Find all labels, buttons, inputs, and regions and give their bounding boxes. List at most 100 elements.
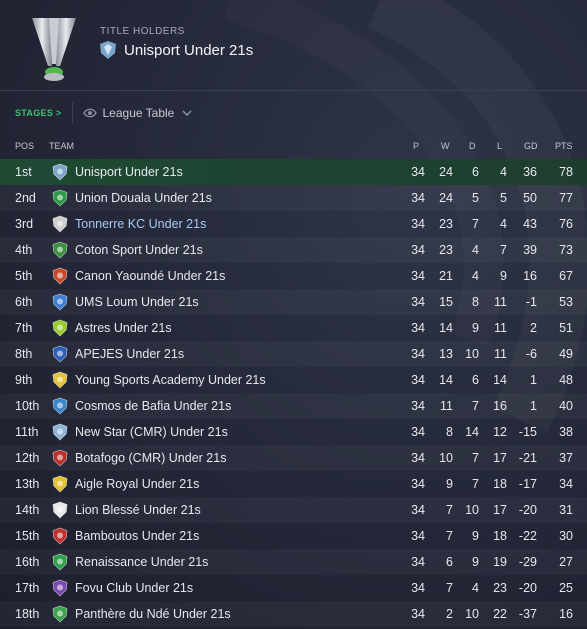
team-name-link[interactable]: Young Sports Academy Under 21s [75,373,266,387]
team-name-link[interactable]: Coton Sport Under 21s [75,243,203,257]
table-row[interactable]: 4th Coton Sport Under 21s 34 23 4 7 39 73 [0,237,587,263]
points-cell: 37 [559,451,573,465]
lost-cell: 17 [493,503,507,517]
drawn-cell: 7 [472,477,479,491]
table-row[interactable]: 9th Young Sports Academy Under 21s 34 14 6 14… [0,367,587,393]
played-cell: 34 [411,217,425,231]
drawn-cell: 7 [472,217,479,231]
table-row[interactable]: 2nd Union Douala Under 21s 34 24 5 5 50 77 [0,185,587,211]
col-lost[interactable]: L [497,141,502,151]
eye-icon [82,108,97,118]
table-row[interactable]: 12th Botafogo (CMR) Under 21s 34 10 7 17 -21 37 [0,445,587,471]
position-cell: 10th [15,399,40,413]
table-row[interactable]: 13th Aigle Royal Under 21s 34 9 7 18 -17 34 [0,471,587,497]
team-name-link[interactable]: Lion Blessé Under 21s [75,503,201,517]
team-name-link[interactable]: Botafogo (CMR) Under 21s [75,451,226,465]
stage-dropdown[interactable]: League Table [103,106,175,120]
table-row[interactable]: 10th Cosmos de Bafia Under 21s 34 11 7 16 1 40 [0,393,587,419]
goal-difference-cell: -15 [518,425,537,439]
team-name-link[interactable]: Astres Under 21s [75,321,172,335]
won-cell: 15 [439,295,453,309]
team-name-link[interactable]: Fovu Club Under 21s [75,581,193,595]
points-cell: 53 [559,295,573,309]
tonnerre-crest-icon [52,215,68,233]
new-star-crest-icon [52,423,68,441]
table-row[interactable]: 8th APEJES Under 21s 34 13 10 11 -6 49 [0,341,587,367]
trophy-icon [32,18,76,81]
title-holders-label: TITLE HOLDERS [100,26,185,37]
title-holder-name[interactable]: Unisport Under 21s [124,42,253,59]
won-cell: 2 [446,607,453,621]
panthere-crest-icon [52,605,68,623]
points-cell: 34 [559,477,573,491]
table-row[interactable]: 15th Bamboutos Under 21s 34 7 9 18 -22 30 [0,523,587,549]
played-cell: 34 [411,451,425,465]
drawn-cell: 9 [472,555,479,569]
team-name-link[interactable]: Aigle Royal Under 21s [75,477,199,491]
drawn-cell: 8 [472,295,479,309]
played-cell: 34 [411,243,425,257]
lost-cell: 11 [494,295,507,309]
aigle-royal-crest-icon [52,475,68,493]
played-cell: 34 [411,607,425,621]
table-row[interactable]: 17th Fovu Club Under 21s 34 7 4 23 -20 25 [0,575,587,601]
table-row[interactable]: 5th Canon Yaoundé Under 21s 34 21 4 9 16 67 [0,263,587,289]
title-holder[interactable]: Unisport Under 21s [100,41,253,59]
lost-cell: 22 [493,607,507,621]
position-cell: 13th [15,477,40,491]
canon-crest-icon [52,267,68,285]
played-cell: 34 [411,347,425,361]
team-name-link[interactable]: Cosmos de Bafia Under 21s [75,399,231,413]
unisport-crest-icon [100,41,116,59]
col-pos[interactable]: POS [15,141,34,151]
table-row[interactable]: 7th Astres Under 21s 34 14 9 11 2 51 [0,315,587,341]
col-points[interactable]: PTS [555,141,573,151]
goal-difference-cell: -20 [518,503,537,517]
col-won[interactable]: W [441,141,450,151]
played-cell: 34 [411,581,425,595]
chevron-down-icon[interactable] [182,109,192,117]
position-cell: 4th [15,243,33,257]
played-cell: 34 [411,529,425,543]
team-name-link[interactable]: Renaissance Under 21s [75,555,208,569]
table-row[interactable]: 18th Panthère du Ndé Under 21s 34 2 10 22 -37 1… [0,601,587,627]
played-cell: 34 [411,503,425,517]
stages-link[interactable]: STAGES > [15,108,62,118]
position-cell: 18th [15,607,40,621]
played-cell: 34 [411,269,425,283]
goal-difference-cell: 1 [530,399,537,413]
table-row[interactable]: 16th Renaissance Under 21s 34 6 9 19 -29 27 [0,549,587,575]
table-row[interactable]: 14th Lion Blessé Under 21s 34 7 10 17 -20 31 [0,497,587,523]
team-name-link[interactable]: Union Douala Under 21s [75,191,212,205]
goal-difference-cell: -22 [518,529,537,543]
table-row[interactable]: 1st Unisport Under 21s 34 24 6 4 36 78 [0,159,587,185]
team-name-link[interactable]: APEJES Under 21s [75,347,184,361]
won-cell: 24 [439,165,453,179]
col-drawn[interactable]: D [469,141,476,151]
col-played[interactable]: P [413,141,419,151]
botafogo-crest-icon [52,449,68,467]
league-table: 1st Unisport Under 21s 34 24 6 4 36 78 2nd Union … [0,159,587,627]
team-name-link[interactable]: Unisport Under 21s [75,165,183,179]
renaissance-crest-icon [52,553,68,571]
team-name-link[interactable]: Panthère du Ndé Under 21s [75,607,231,621]
team-name-link[interactable]: Tonnerre KC Under 21s [75,217,206,231]
won-cell: 23 [439,217,453,231]
table-row[interactable]: 11th New Star (CMR) Under 21s 34 8 14 12 -15 38 [0,419,587,445]
lost-cell: 9 [500,269,507,283]
goal-difference-cell: 16 [523,269,537,283]
goal-difference-cell: 1 [530,373,537,387]
drawn-cell: 10 [465,347,479,361]
team-name-link[interactable]: New Star (CMR) Under 21s [75,425,228,439]
team-name-link[interactable]: Canon Yaoundé Under 21s [75,269,225,283]
table-row[interactable]: 6th UMS Loum Under 21s 34 15 8 11 -1 53 [0,289,587,315]
drawn-cell: 10 [465,607,479,621]
col-goal-difference[interactable]: GD [524,141,538,151]
drawn-cell: 9 [472,321,479,335]
team-name-link[interactable]: Bamboutos Under 21s [75,529,199,543]
col-team[interactable]: TEAM [49,141,74,151]
stages-bar: STAGES > League Table [0,100,587,126]
table-row[interactable]: 3rd Tonnerre KC Under 21s 34 23 7 4 43 76 [0,211,587,237]
team-name-link[interactable]: UMS Loum Under 21s [75,295,199,309]
drawn-cell: 7 [472,399,479,413]
